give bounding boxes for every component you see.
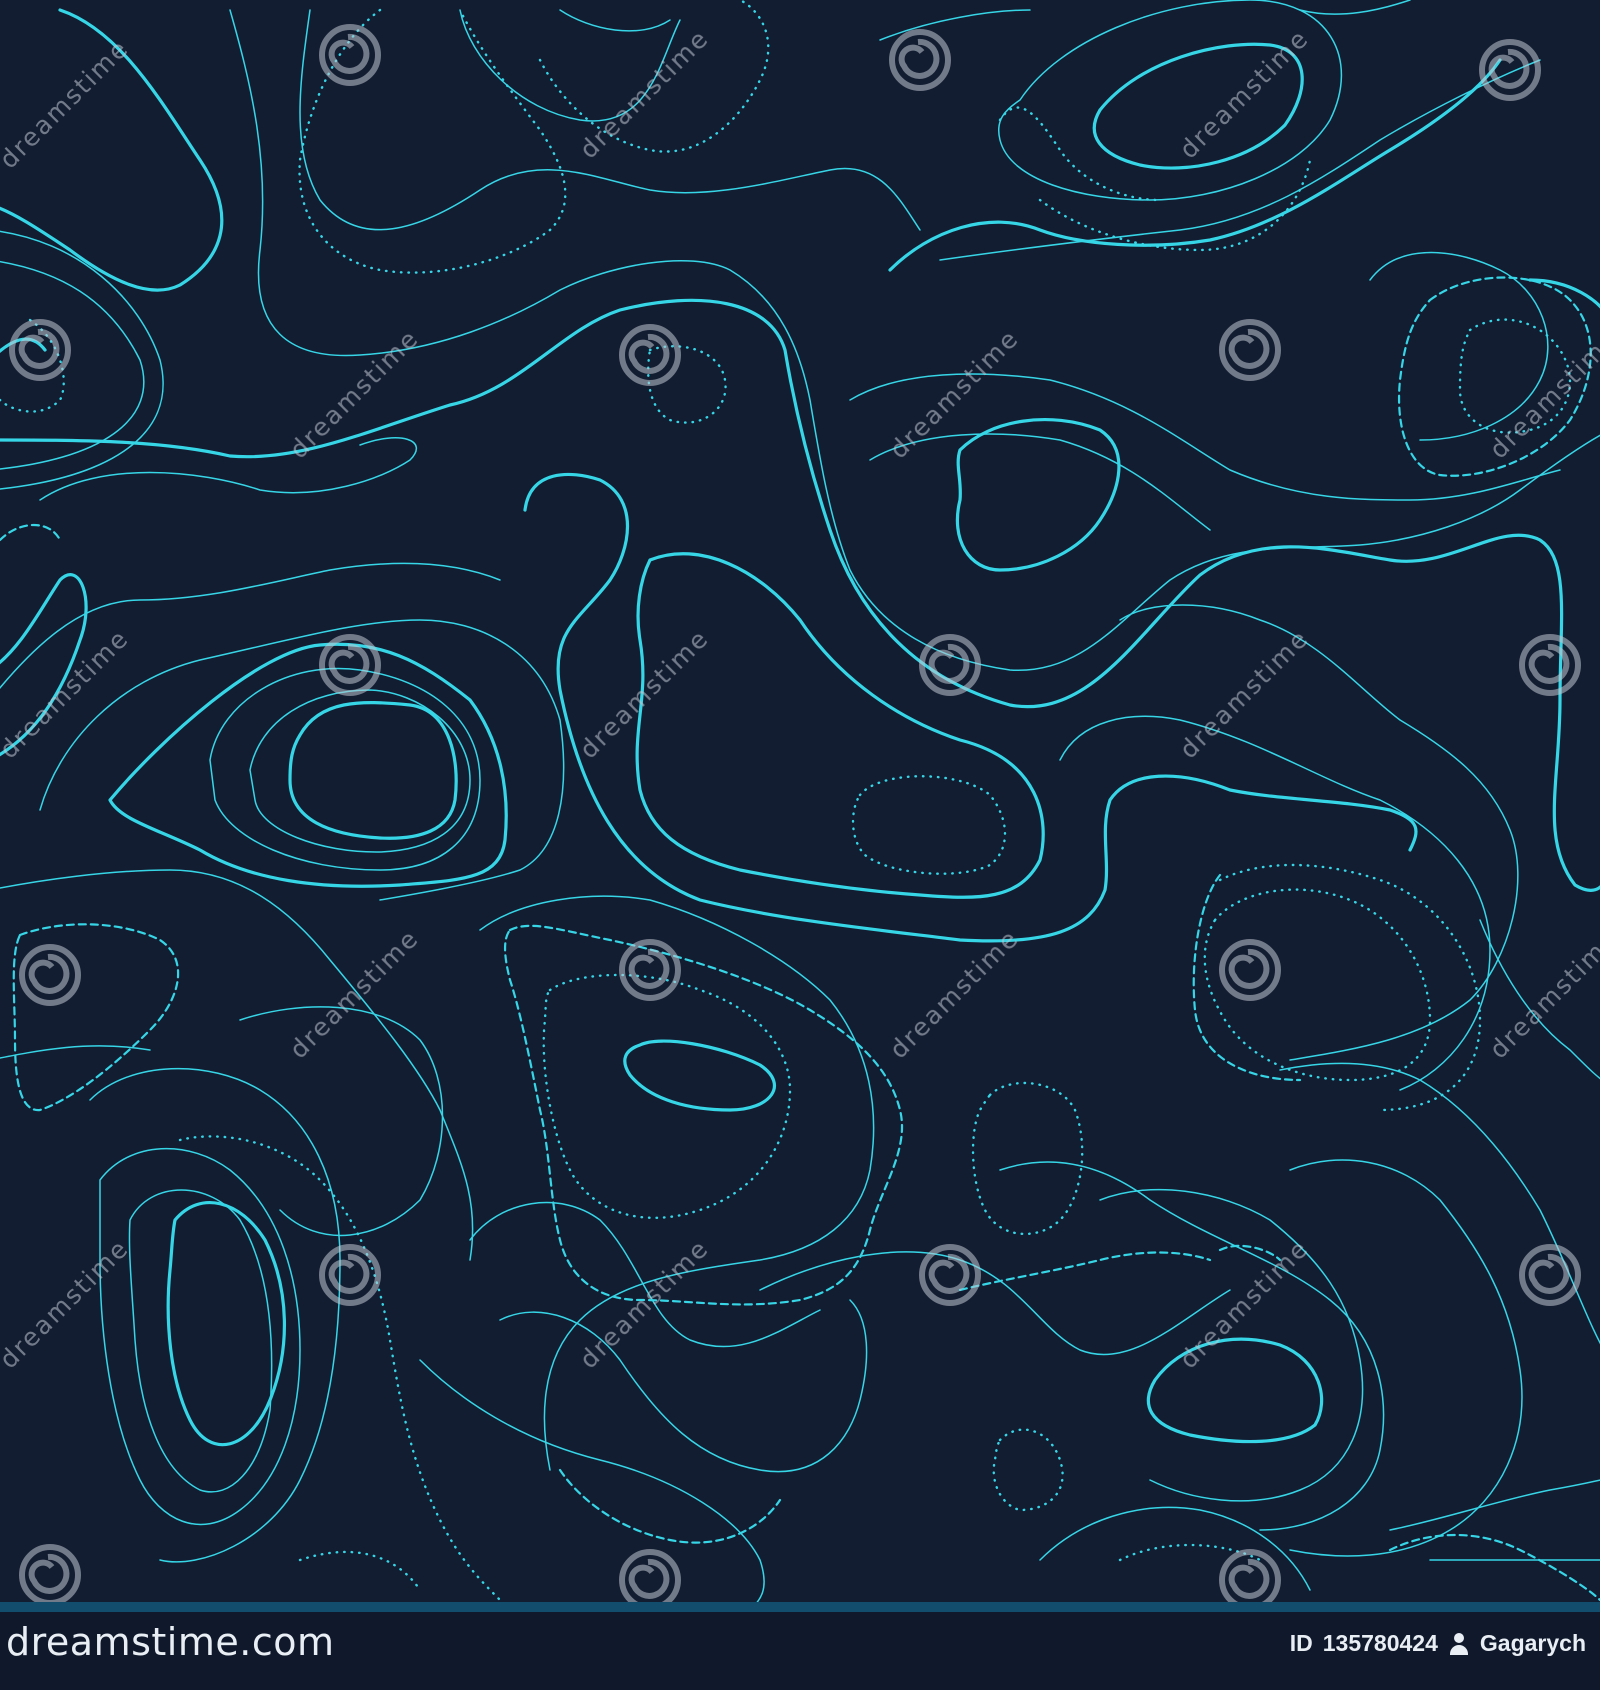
contour-lines: dreamstime dreamstime dreamstime dreamst… bbox=[0, 0, 1600, 1602]
contour-major bbox=[955, 418, 1121, 572]
watermark-logos bbox=[9, 24, 1581, 1602]
contour-minor bbox=[759, 1251, 1231, 1356]
contour-minor bbox=[89, 1067, 341, 1563]
contour-minor bbox=[229, 9, 1600, 671]
contour-dashed bbox=[558, 1468, 782, 1544]
contour-minor bbox=[1299, 0, 1411, 15]
contour-dotted bbox=[298, 8, 567, 274]
contour-minor bbox=[0, 1045, 151, 1059]
watermark-text: dreamstime bbox=[284, 923, 425, 1064]
contour-dotted bbox=[542, 973, 792, 1219]
contour-major bbox=[288, 701, 458, 840]
topographic-contour-map: dreamstime dreamstime dreamstime dreamst… bbox=[0, 0, 1600, 1602]
spiral-logo-icon bbox=[619, 939, 681, 1001]
contour-dashed bbox=[0, 524, 62, 542]
user-icon bbox=[1448, 1632, 1470, 1655]
contour-dotted bbox=[992, 1428, 1064, 1512]
contour-minor bbox=[239, 1006, 444, 1237]
contour-minor bbox=[559, 9, 671, 32]
footer-brand[interactable]: dreamstime.com bbox=[6, 1620, 334, 1664]
watermark-text: dreamstime bbox=[884, 923, 1025, 1064]
contour-dotted bbox=[971, 1081, 1084, 1236]
contour-minor bbox=[1059, 715, 1491, 1091]
spiral-logo-icon bbox=[919, 1244, 981, 1306]
contour-dashed bbox=[1388, 1533, 1600, 1602]
spiral-logo-icon bbox=[319, 634, 381, 696]
contour-dotted bbox=[851, 775, 1007, 875]
spiral-logo-icon bbox=[1219, 319, 1281, 381]
contour-major bbox=[635, 552, 1045, 899]
watermark-text: dreamstime bbox=[0, 623, 135, 764]
spiral-logo-icon bbox=[19, 1544, 81, 1602]
contour-dotted bbox=[298, 1550, 422, 1592]
author-name[interactable]: Gagarych bbox=[1480, 1630, 1586, 1657]
watermark-text: dreamstime bbox=[284, 323, 425, 464]
stock-image-frame: dreamstime dreamstime dreamstime dreamst… bbox=[0, 0, 1600, 1690]
contour-dotted bbox=[1218, 863, 1482, 1112]
contour-dashed bbox=[958, 1251, 1212, 1292]
contour-major bbox=[523, 472, 1418, 943]
contour-minor bbox=[39, 619, 565, 901]
spiral-logo-icon bbox=[9, 319, 71, 381]
spiral-logo-icon bbox=[1219, 1549, 1281, 1602]
contour-minor bbox=[1289, 1159, 1523, 1557]
contour-dotted bbox=[647, 345, 727, 424]
watermark-text: dreamstime bbox=[574, 623, 715, 764]
footer-meta: ID 135780424 Gagarych bbox=[1290, 1630, 1586, 1657]
spiral-logo-icon bbox=[1219, 939, 1281, 1001]
contour-dashed bbox=[1192, 873, 1302, 1082]
image-id-value: 135780424 bbox=[1322, 1630, 1438, 1656]
watermark-text: dreamstime bbox=[0, 33, 135, 174]
footer-divider bbox=[0, 1602, 1600, 1612]
contour-minor bbox=[1279, 1062, 1600, 1345]
watermark-text: dreamstime bbox=[574, 23, 715, 164]
watermark-text: dreamstime bbox=[1484, 323, 1600, 464]
watermark-texts: dreamstime dreamstime dreamstime dreamst… bbox=[0, 23, 1600, 1374]
spiral-logo-icon bbox=[19, 944, 81, 1006]
watermark-text: dreamstime bbox=[0, 1233, 135, 1374]
spiral-logo-icon bbox=[619, 1549, 681, 1602]
contour-minor bbox=[869, 433, 1211, 531]
contour-minor bbox=[128, 1189, 273, 1493]
spiral-logo-icon bbox=[619, 324, 681, 386]
spiral-logo-icon bbox=[319, 1244, 381, 1306]
watermark-text: dreamstime bbox=[574, 1233, 715, 1374]
contour-major bbox=[108, 642, 508, 888]
contour-major bbox=[166, 1201, 286, 1447]
spiral-logo-icon bbox=[919, 634, 981, 696]
image-id-label: ID bbox=[1289, 1630, 1313, 1656]
contour-minor bbox=[1119, 604, 1519, 1061]
contour-minor bbox=[419, 1359, 765, 1602]
contour-major bbox=[0, 298, 1600, 892]
watermark-text: dreamstime bbox=[1174, 623, 1315, 764]
contour-major bbox=[623, 1039, 776, 1112]
contour-minor bbox=[1039, 1506, 1311, 1591]
spiral-logo-icon bbox=[1479, 39, 1541, 101]
contour-minor bbox=[1389, 1479, 1600, 1531]
spiral-logo-icon bbox=[1519, 634, 1581, 696]
contour-minor bbox=[1099, 1188, 1364, 1502]
spiral-logo-icon bbox=[319, 24, 381, 86]
watermark-text: dreamstime bbox=[884, 323, 1025, 464]
contour-dotted bbox=[998, 106, 1162, 202]
contour-minor bbox=[469, 1201, 821, 1348]
contour-minor bbox=[39, 437, 417, 501]
spiral-logo-icon bbox=[889, 29, 951, 91]
watermark-text: dreamstime bbox=[1484, 923, 1600, 1064]
